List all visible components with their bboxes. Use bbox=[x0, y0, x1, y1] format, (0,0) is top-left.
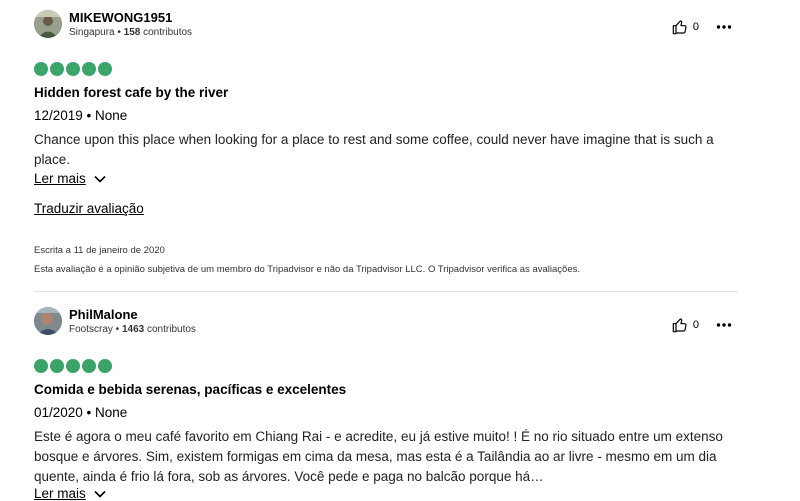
read-more-button[interactable]: Ler mais bbox=[34, 171, 106, 186]
rating-bubble bbox=[50, 62, 64, 76]
user-location: Singapura bbox=[69, 27, 115, 38]
review-date: 12/2019 • None bbox=[34, 108, 128, 123]
avatar[interactable] bbox=[34, 307, 62, 335]
read-more-label: Ler mais bbox=[34, 171, 86, 186]
avatar[interactable] bbox=[34, 10, 62, 38]
more-options-icon bbox=[716, 25, 732, 29]
username-link[interactable]: MIKEWONG1951 bbox=[69, 10, 192, 26]
helpful-count: 0 bbox=[692, 319, 699, 331]
written-date: Escrita a 11 de janeiro de 2020 bbox=[34, 245, 165, 256]
chevron-down-icon bbox=[94, 490, 106, 498]
contrib-count: 158 bbox=[123, 27, 141, 38]
user-info: PhilMalone Footscray • 1463 contributos bbox=[69, 307, 196, 337]
user-meta: Singapura • 158 contributos bbox=[69, 27, 193, 38]
rating-bubbles bbox=[34, 359, 114, 373]
user-meta: Footscray • 1463 contributos bbox=[69, 324, 196, 335]
helpful-button[interactable]: 0 bbox=[672, 19, 699, 35]
review-date: 01/2020 • None bbox=[34, 405, 128, 420]
username-link[interactable]: PhilMalone bbox=[69, 307, 196, 323]
translate-review-link[interactable]: Traduzir avaliação bbox=[34, 201, 144, 216]
rating-bubble bbox=[34, 359, 48, 373]
thumbs-up-icon bbox=[672, 20, 687, 35]
review-disclaimer: Esta avaliação é a opinião subjetiva de … bbox=[34, 264, 580, 275]
review-title[interactable]: Hidden forest cafe by the river bbox=[34, 85, 228, 100]
rating-bubble bbox=[98, 359, 112, 373]
user-info: MIKEWONG1951 Singapura • 158 contributos bbox=[69, 10, 192, 40]
thumbs-up-icon bbox=[672, 318, 687, 333]
review-actions: 0 bbox=[672, 317, 732, 333]
rating-bubbles bbox=[34, 62, 114, 76]
rating-bubble bbox=[34, 62, 48, 76]
chevron-down-icon bbox=[94, 175, 106, 183]
contrib-label: contributos bbox=[147, 324, 196, 335]
helpful-button[interactable]: 0 bbox=[672, 317, 699, 333]
read-more-button[interactable]: Ler mais bbox=[34, 486, 106, 501]
more-options-button[interactable] bbox=[716, 24, 732, 30]
review-title[interactable]: Comida e bebida serenas, pacíficas e exc… bbox=[34, 382, 346, 397]
contrib-count: 1463 bbox=[121, 324, 145, 335]
user-location: Footscray bbox=[69, 324, 113, 335]
more-options-icon bbox=[716, 323, 732, 327]
rating-bubble bbox=[66, 62, 80, 76]
review-body: Chance upon this place when looking for … bbox=[34, 132, 714, 167]
rating-bubble bbox=[82, 359, 96, 373]
review-divider bbox=[34, 291, 738, 292]
review-body: Este é agora o meu café favorito em Chia… bbox=[34, 429, 723, 484]
more-options-button[interactable] bbox=[716, 322, 732, 328]
read-more-label: Ler mais bbox=[34, 486, 86, 501]
rating-bubble bbox=[66, 359, 80, 373]
review-actions: 0 bbox=[672, 19, 732, 35]
rating-bubble bbox=[98, 62, 112, 76]
contrib-label: contributos bbox=[143, 27, 193, 38]
helpful-count: 0 bbox=[692, 21, 699, 33]
rating-bubble bbox=[82, 62, 96, 76]
rating-bubble bbox=[50, 359, 64, 373]
